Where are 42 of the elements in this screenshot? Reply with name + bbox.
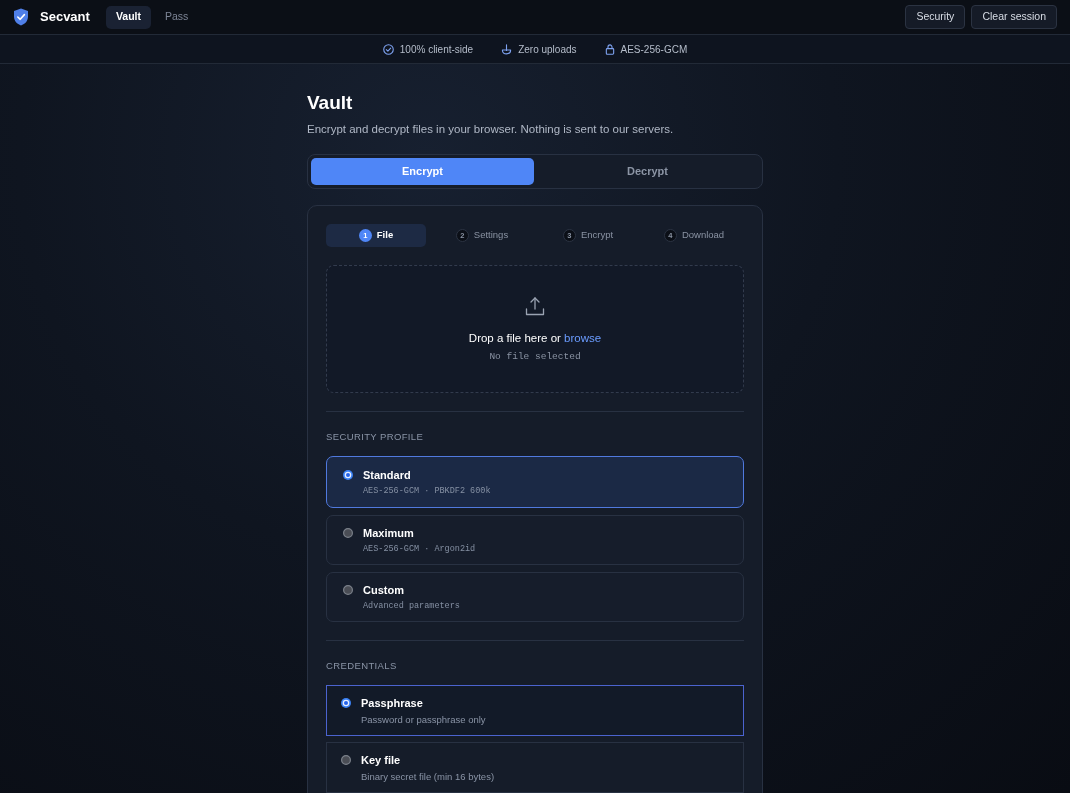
option-detail: Binary secret file (min 16 bytes) [361, 769, 495, 783]
page-title: Vault [307, 91, 354, 115]
option-name: Maximum [363, 525, 415, 540]
nav-tab[interactable]: Pass [154, 5, 199, 29]
radio-icon [341, 754, 351, 765]
radio-icon [341, 697, 351, 708]
credential-option[interactable]: Passphrase Password or passphrase only [326, 685, 744, 736]
option-detail: Advanced parameters [363, 599, 460, 612]
upload-icon [525, 295, 545, 316]
option-name: Passphrase [361, 695, 424, 710]
tray-arrow-icon [501, 43, 513, 55]
drop-prompt: Drop a file here or browse [468, 330, 602, 346]
profile-option[interactable]: Custom Advanced parameters [326, 572, 744, 622]
profile-option[interactable]: Maximum AES-256-GCM · Argon2id [326, 515, 744, 565]
option-name: Standard [363, 467, 412, 482]
option-name: Key file [361, 752, 402, 767]
info-label: AES-256-GCM [620, 42, 688, 57]
section-heading: SECURITY PROFILE [326, 431, 425, 443]
radio-icon [343, 469, 353, 480]
shield-check-icon [13, 8, 29, 26]
radio-icon [343, 584, 353, 595]
profile-option[interactable]: Standard AES-256-GCM · PBKDF2 600k [326, 456, 744, 508]
option-name: Custom [363, 582, 405, 597]
browse-link[interactable]: browse [564, 331, 602, 344]
option-detail: AES-256-GCM · PBKDF2 600k [363, 484, 491, 497]
file-drop-zone[interactable]: Drop a file here or browse No file selected [326, 265, 744, 393]
file-status: No file selected [489, 349, 581, 363]
option-detail: Password or passphrase only [361, 712, 486, 726]
mode-tab[interactable]: Decrypt [536, 158, 759, 185]
info-label: Zero uploads [518, 42, 577, 57]
check-circle-icon [382, 43, 394, 55]
option-detail: AES-256-GCM · Argon2id [363, 542, 476, 555]
section-heading: CREDENTIALS [326, 660, 398, 672]
credential-option[interactable]: Key file Binary secret file (min 16 bytes) [326, 742, 744, 793]
lock-icon [604, 43, 615, 55]
header-button[interactable]: Security [905, 5, 966, 29]
page-subtitle: Encrypt and decrypt files in your browser. Nothing is sent to our servers. [307, 122, 675, 137]
info-label: 100% client-side [399, 42, 474, 57]
radio-icon [343, 527, 353, 538]
brand-name: Secvant [40, 8, 90, 27]
header-button[interactable]: Clear session [971, 5, 1057, 29]
nav-tab[interactable]: Vault [105, 5, 151, 29]
